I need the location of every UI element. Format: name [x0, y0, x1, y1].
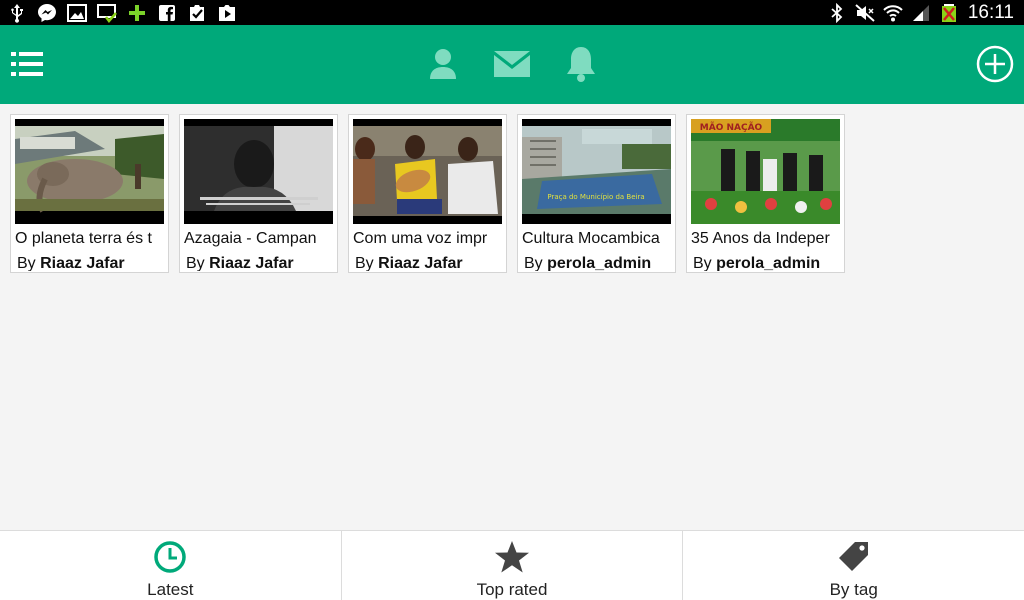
video-card[interactable]: O planeta terra és t By Riaaz Jafar — [10, 114, 169, 273]
tab-by-tag[interactable]: By tag — [683, 531, 1024, 600]
video-title: Azagaia - Campan — [184, 230, 317, 247]
tab-label: Latest — [147, 580, 194, 599]
by-label: By — [186, 255, 205, 271]
bell-icon — [567, 47, 595, 82]
video-card[interactable]: Praça do Município da Beira Cultura Moca… — [517, 114, 676, 273]
usb-icon — [6, 3, 28, 23]
clock: 16:11 — [967, 1, 1014, 23]
video-title: O planeta terra és t — [15, 230, 152, 247]
video-title: 35 Anos da Indeper — [691, 230, 830, 247]
video-author-line: By Riaaz Jafar — [355, 253, 504, 271]
thumb-caption: Praça do Município da Beira — [547, 193, 644, 201]
add-button[interactable] — [974, 43, 1016, 85]
thumb-caption: MÃO NAÇÃO — [700, 122, 763, 133]
profile-button[interactable] — [422, 43, 464, 85]
video-thumbnail: Praça do Município da Beira — [522, 119, 671, 224]
status-bar: 16:11 — [0, 0, 1024, 25]
mail-button[interactable] — [490, 43, 534, 85]
messenger-icon — [36, 3, 58, 23]
menu-button[interactable] — [6, 45, 48, 83]
signal-icon — [910, 3, 932, 23]
add-circle-icon — [976, 45, 1014, 83]
menu-list-icon — [11, 52, 43, 76]
video-author: perola_admin — [716, 255, 821, 271]
video-author-line: By Riaaz Jafar — [186, 253, 335, 271]
notification-icons — [6, 2, 238, 23]
profile-icon — [430, 49, 456, 79]
video-author: perola_admin — [547, 255, 652, 271]
bluetooth-icon — [826, 2, 848, 23]
play-store-icon — [216, 3, 238, 23]
video-thumbnail — [353, 119, 502, 224]
by-label: By — [693, 255, 712, 271]
tab-label: Top rated — [476, 580, 548, 599]
video-title: Com uma voz impr — [353, 230, 488, 247]
video-author-line: By perola_admin — [693, 253, 842, 271]
video-author-line: By perola_admin — [524, 253, 673, 271]
video-thumbnail — [15, 119, 164, 224]
video-card[interactable]: Azagaia - Campan By Riaaz Jafar — [179, 114, 338, 273]
gallery-icon — [66, 3, 88, 23]
app-toolbar — [0, 25, 1024, 104]
tab-top-rated[interactable]: Top rated — [342, 531, 684, 600]
video-card[interactable]: Com uma voz impr By Riaaz Jafar — [348, 114, 507, 273]
tab-label: By tag — [829, 580, 878, 599]
video-author: Riaaz Jafar — [378, 255, 463, 271]
video-grid: O planeta terra és t By Riaaz Jafar Azag… — [10, 114, 845, 273]
video-thumbnail — [184, 119, 333, 224]
by-label: By — [17, 255, 36, 271]
screen-check-icon — [96, 3, 118, 23]
battery-icon — [938, 3, 960, 23]
by-label: By — [355, 255, 374, 271]
wifi-icon — [882, 3, 904, 23]
video-title: Cultura Mocambica — [522, 230, 660, 247]
video-author: Riaaz Jafar — [40, 255, 125, 271]
notifications-button[interactable] — [560, 43, 602, 85]
plus-icon — [126, 3, 148, 23]
tab-latest[interactable]: Latest — [0, 531, 342, 600]
system-icons: 16:11 — [826, 0, 1014, 25]
bottom-tab-bar: Latest Top rated By tag — [0, 530, 1024, 600]
star-icon — [494, 539, 530, 575]
tag-icon — [836, 539, 872, 575]
by-label: By — [524, 255, 543, 271]
mute-icon — [854, 3, 876, 23]
mail-icon — [494, 51, 530, 77]
clock-icon — [152, 539, 188, 575]
facebook-icon — [156, 3, 178, 23]
video-author: Riaaz Jafar — [209, 255, 294, 271]
video-card[interactable]: MÃO NAÇÃO 35 Anos da Indeper By perola_a… — [686, 114, 845, 273]
video-author-line: By Riaaz Jafar — [17, 253, 166, 271]
clipboard-check-icon — [186, 3, 208, 23]
video-thumbnail: MÃO NAÇÃO — [691, 119, 840, 224]
